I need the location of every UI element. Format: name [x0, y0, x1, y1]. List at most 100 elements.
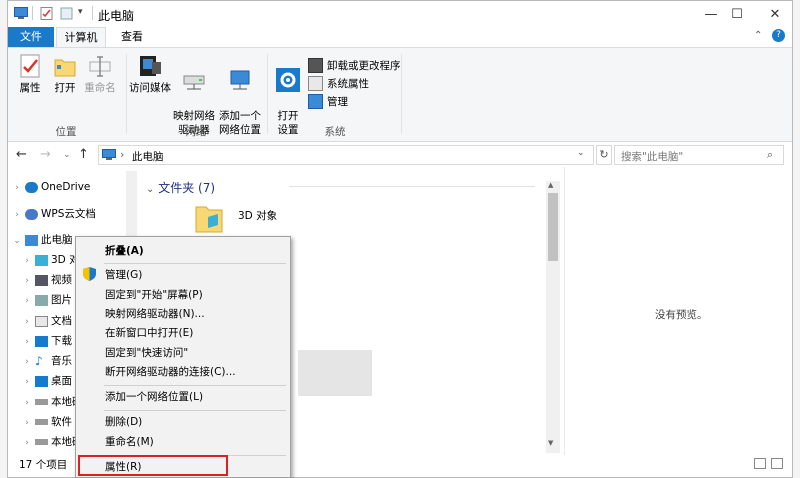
chevron-right-icon[interactable]: ›	[12, 178, 22, 198]
nav-label: 下载	[51, 335, 72, 347]
menu-separator	[104, 385, 286, 386]
system-properties-button[interactable]: 系统属性	[308, 74, 401, 92]
group-header[interactable]: ⌄ 文件夹 (7)	[146, 179, 215, 196]
help-icon[interactable]: ?	[772, 29, 785, 42]
refresh-icon[interactable]: ↻	[596, 145, 612, 165]
menu-item-pin-quick-access[interactable]: 固定到"快速访问"	[78, 343, 288, 363]
menu-separator	[104, 410, 286, 411]
open-folder-icon	[53, 54, 77, 78]
details-view-icon[interactable]	[754, 458, 766, 469]
address-dropdown-icon[interactable]: ⌄	[577, 148, 585, 158]
forward-arrow-icon[interactable]: →	[40, 147, 51, 162]
menu-item-open-new-window[interactable]: 在新窗口中打开(E)	[78, 323, 288, 343]
scroll-down-icon[interactable]: ▼	[548, 439, 553, 447]
drive-icon	[35, 439, 48, 445]
content-scrollbar[interactable]: ▲ ▼	[546, 181, 560, 453]
folder-3d-objects-icon[interactable]	[194, 203, 224, 235]
tab-view[interactable]: 查看	[112, 27, 152, 47]
settings-gear-icon	[276, 68, 300, 92]
ribbon-tabs: 文件 计算机 查看 ⌃ ?	[8, 27, 792, 47]
nav-item-downloads[interactable]: › 下载	[22, 331, 72, 351]
open-button[interactable]: 打开	[48, 54, 82, 95]
nav-label: 桌面	[51, 375, 72, 387]
manage-label: 管理	[327, 95, 348, 108]
search-placeholder: 搜索"此电脑"	[621, 151, 684, 163]
nav-item-desktop[interactable]: › 桌面	[22, 371, 72, 391]
chevron-right-icon[interactable]: ›	[22, 413, 32, 433]
nav-item-music[interactable]: › ♪ 音乐	[22, 351, 72, 371]
context-menu: 折叠(A) 管理(G) 固定到"开始"屏幕(P) 映射网络驱动器(N)... 在…	[75, 236, 291, 478]
menu-item-manage[interactable]: 管理(G)	[78, 265, 288, 285]
chevron-right-icon[interactable]: ›	[22, 352, 32, 372]
document-icon	[35, 315, 48, 327]
breadcrumb[interactable]: 此电脑	[132, 149, 164, 164]
large-icons-view-icon[interactable]	[771, 458, 783, 469]
folder-3d-objects-label[interactable]: 3D 对象	[238, 208, 277, 223]
tab-file[interactable]: 文件	[8, 27, 54, 47]
scrollbar-thumb[interactable]	[548, 193, 558, 261]
group-label-network: 网络	[185, 126, 207, 138]
nav-item-3d-objects[interactable]: › 3D 对	[22, 250, 79, 271]
uninstall-icon	[308, 57, 323, 73]
new-folder-qa-icon[interactable]	[60, 7, 74, 20]
chevron-right-icon[interactable]: ›	[22, 312, 32, 332]
close-button[interactable]: ✕	[752, 1, 798, 27]
chevron-right-icon[interactable]: ›	[22, 393, 32, 413]
tab-computer[interactable]: 计算机	[56, 27, 106, 47]
manage-icon	[308, 93, 323, 109]
video-icon	[35, 274, 48, 286]
picture-icon	[35, 294, 48, 306]
back-arrow-icon[interactable]: ←	[16, 147, 27, 162]
nav-item-pictures[interactable]: › 图片	[22, 290, 72, 310]
menu-separator	[104, 263, 286, 264]
recent-dropdown-icon[interactable]: ⌄	[63, 150, 71, 160]
address-bar[interactable]: › 此电脑 ⌄	[98, 145, 594, 165]
preview-text: 没有预览。	[655, 309, 708, 321]
chevron-down-icon[interactable]: ⌄	[146, 184, 154, 195]
nav-item-local-disk[interactable]: › 本地磁	[22, 392, 82, 413]
nav-item-local-disk-2[interactable]: › 本地磁	[22, 432, 82, 453]
chevron-down-icon[interactable]: ⌄	[12, 231, 22, 251]
nav-item-wps-cloud[interactable]: › WPS云文档	[12, 204, 96, 224]
search-input[interactable]: 搜索"此电脑" ⌕	[614, 145, 784, 165]
menu-item-collapse[interactable]: 折叠(A)	[78, 241, 288, 261]
qa-dropdown-icon[interactable]: ▾	[78, 7, 83, 17]
properties-qa-icon[interactable]	[40, 7, 54, 20]
window-title: 此电脑	[98, 9, 135, 23]
chevron-right-icon[interactable]: ›	[22, 433, 32, 453]
menu-item-add-network-location[interactable]: 添加一个网络位置(L)	[78, 387, 288, 407]
menu-item-delete[interactable]: 删除(D)	[78, 412, 288, 432]
uninstall-program-button[interactable]: 卸载或更改程序	[308, 56, 401, 74]
cloud-icon	[25, 181, 38, 193]
nav-item-software[interactable]: › 软件	[22, 412, 72, 432]
properties-button[interactable]: 属性	[12, 54, 48, 95]
access-media-label: 访问媒体	[129, 82, 171, 94]
chevron-right-icon[interactable]: ›	[22, 251, 32, 271]
up-arrow-icon[interactable]: ↑	[78, 147, 89, 162]
address-row: ← → ⌄ ↑ › 此电脑 ⌄ ↻ 搜索"此电脑" ⌕	[8, 143, 792, 167]
nav-item-documents[interactable]: › 文档	[22, 311, 72, 331]
scroll-up-icon[interactable]: ▲	[548, 181, 553, 189]
chevron-right-icon[interactable]: ›	[22, 372, 32, 392]
menu-item-rename[interactable]: 重命名(M)	[78, 432, 288, 452]
ribbon-collapse-icon[interactable]: ⌃	[754, 30, 762, 41]
chevron-right-icon[interactable]: ›	[12, 205, 22, 225]
menu-item-map-drive[interactable]: 映射网络驱动器(N)...	[78, 304, 288, 324]
menu-item-pin-start[interactable]: 固定到"开始"屏幕(P)	[78, 285, 288, 305]
music-icon: ♪	[35, 353, 43, 368]
nav-item-this-pc[interactable]: ⌄ 此电脑	[12, 230, 72, 251]
access-media-button[interactable]: 访问媒体	[128, 54, 172, 95]
nav-item-onedrive[interactable]: › OneDrive	[12, 177, 90, 197]
chevron-right-icon[interactable]: ›	[22, 291, 32, 311]
download-icon	[35, 335, 48, 347]
drive-icon	[35, 399, 48, 405]
manage-button[interactable]: 管理	[308, 92, 401, 110]
selected-item-block[interactable]	[298, 350, 372, 396]
menu-item-disconnect-drive[interactable]: 断开网络驱动器的连接(C)...	[78, 362, 288, 382]
system-properties-label: 系统属性	[327, 77, 369, 90]
chevron-right-icon[interactable]: ›	[22, 271, 32, 291]
rename-button[interactable]: 重命名	[82, 54, 118, 95]
nav-item-videos[interactable]: › 视频	[22, 270, 72, 290]
chevron-right-icon[interactable]: ›	[22, 332, 32, 352]
ribbon-separator	[267, 54, 268, 134]
